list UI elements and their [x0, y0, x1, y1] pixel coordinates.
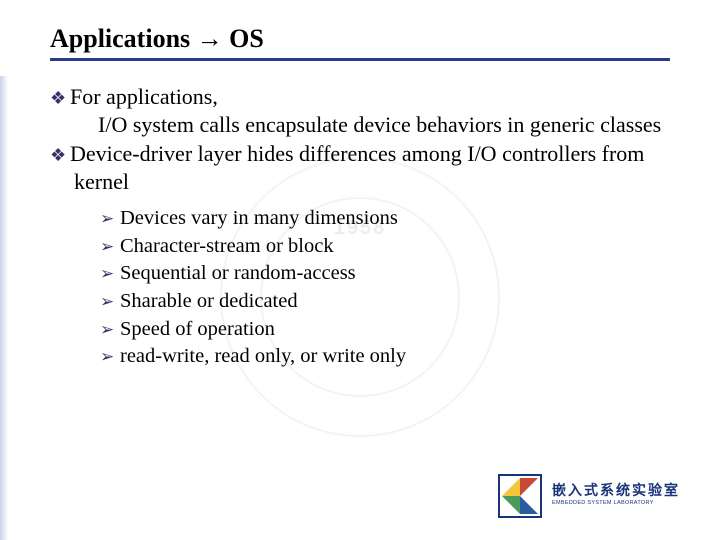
arrow-bullet-icon: ➢ [100, 346, 120, 369]
logo-text-cn: 嵌入式系统实验室 [552, 485, 680, 499]
page-title: Applications → OS [50, 24, 670, 54]
bullet-item: ❖For applications, I/O system calls enca… [50, 83, 670, 138]
sub-bullet-text: Sharable or dedicated [120, 290, 298, 312]
sub-bullet-text: Speed of operation [120, 318, 275, 340]
sub-bullet-text: Devices vary in many dimensions [120, 207, 398, 229]
sub-bullet-text: read-write, read only, or write only [120, 345, 406, 367]
sub-bullet-item: ➢Character-stream or block [100, 233, 670, 261]
sub-bullet-item: ➢Sharable or dedicated [100, 288, 670, 316]
arrow-bullet-icon: ➢ [100, 236, 120, 259]
diamond-bullet-icon: ❖ [50, 144, 70, 167]
slide-content: Applications → OS ❖For applications, I/O… [0, 0, 720, 371]
logo-text: 嵌入式系统实验室 EMBEDDED SYSTEM LABORATORY [552, 485, 680, 507]
sub-bullet-text: Sequential or random-access [120, 262, 356, 284]
sub-bullet-item: ➢Devices vary in many dimensions [100, 205, 670, 233]
arrow-bullet-icon: ➢ [100, 263, 120, 286]
arrow-bullet-icon: ➢ [100, 319, 120, 342]
sub-bullet-group: ➢Devices vary in many dimensions ➢Charac… [50, 205, 670, 371]
sub-bullet-item: ➢Sequential or random-access [100, 260, 670, 288]
arrow-bullet-icon: ➢ [100, 208, 120, 231]
diamond-bullet-icon: ❖ [50, 87, 70, 110]
logo-text-en: EMBEDDED SYSTEM LABORATORY [552, 501, 680, 507]
arrow-bullet-icon: ➢ [100, 291, 120, 314]
bullet-lead: For applications, [70, 84, 218, 109]
sub-bullet-item: ➢read-write, read only, or write only [100, 343, 670, 371]
footer-logo: 嵌入式系统实验室 EMBEDDED SYSTEM LABORATORY [498, 474, 680, 518]
bullet-lead: Device-driver layer hides differences am… [70, 141, 644, 194]
bullet-item: ❖Device-driver layer hides differences a… [50, 140, 670, 195]
bullet-continuation: I/O system calls encapsulate device beha… [74, 111, 670, 139]
sub-bullet-item: ➢Speed of operation [100, 316, 670, 344]
title-underline [50, 58, 670, 61]
logo-icon [498, 474, 542, 518]
sub-bullet-text: Character-stream or block [120, 235, 334, 257]
